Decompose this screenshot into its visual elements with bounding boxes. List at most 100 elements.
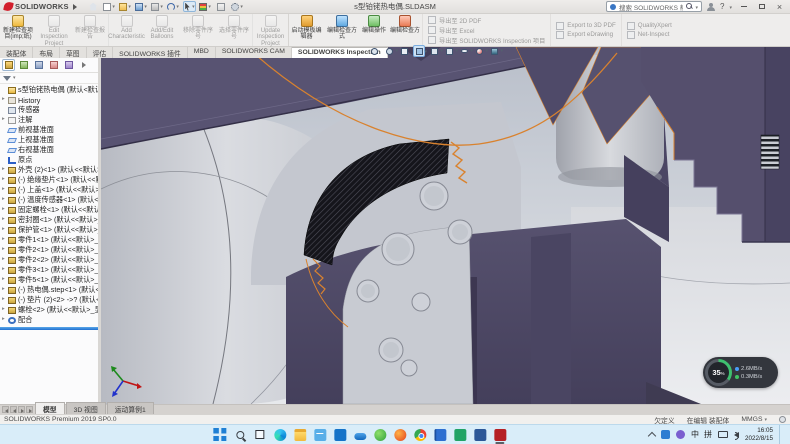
word-icon[interactable] bbox=[473, 428, 486, 441]
section-view-icon[interactable] bbox=[413, 45, 425, 57]
speaker-icon[interactable] bbox=[734, 432, 739, 438]
help-button[interactable]: ? bbox=[720, 2, 724, 11]
tree-row[interactable]: 注解 bbox=[0, 115, 98, 125]
restore-button[interactable] bbox=[755, 1, 768, 12]
sw-icon[interactable] bbox=[493, 428, 506, 441]
tab-scroll-buttons[interactable] bbox=[0, 406, 35, 414]
tree-row[interactable]: (-) 热电偶.step<1> (默认<<默认 bbox=[0, 285, 98, 295]
touch-keyboard-icon[interactable] bbox=[718, 431, 728, 438]
view-cube-icon[interactable] bbox=[428, 45, 440, 57]
tree-row[interactable]: 原点 bbox=[0, 155, 98, 165]
tree-row[interactable]: 外壳 (2)<1> (默认<<默认>_显示状 bbox=[0, 165, 98, 175]
search-input[interactable]: 搜索 SOLIDWORKS 帮助 bbox=[606, 1, 702, 12]
onedrive-icon[interactable] bbox=[353, 428, 366, 441]
show-desktop-button[interactable] bbox=[779, 425, 782, 444]
tree-row[interactable]: 零件3<1> (默认<<默认>_显示状态 bbox=[0, 265, 98, 275]
taskview-icon[interactable] bbox=[253, 428, 266, 441]
ribbon-tab[interactable]: MBD bbox=[188, 47, 216, 58]
ribbon-button[interactable]: 编辑检查方式 bbox=[324, 14, 360, 46]
tree-row[interactable]: 配合 bbox=[0, 315, 98, 325]
tb-search-icon[interactable] bbox=[233, 428, 246, 441]
select-icon[interactable] bbox=[183, 1, 196, 12]
ribbon-button[interactable]: Edit Inspection Project bbox=[36, 14, 72, 46]
ribbon-tab[interactable]: 评估 bbox=[87, 47, 114, 58]
options-icon[interactable] bbox=[231, 1, 244, 12]
tree-row[interactable]: 保护管<1> (默认<<默认>_显示状 bbox=[0, 225, 98, 235]
new-doc-icon[interactable] bbox=[103, 1, 116, 12]
print-icon[interactable] bbox=[151, 1, 164, 12]
search-icon[interactable] bbox=[686, 3, 693, 10]
export-item[interactable]: Export eDrawing bbox=[556, 31, 616, 39]
zoom-fit-icon[interactable] bbox=[368, 45, 380, 57]
tree-row[interactable]: (-) 温度传感器<1> (默认<<默认>_ bbox=[0, 195, 98, 205]
tree-row[interactable]: s型铂铑热电偶 (默认<默认_显示状态-1 bbox=[0, 85, 98, 95]
tree-row[interactable]: 上视基准面 bbox=[0, 135, 98, 145]
tray-app-purple-icon[interactable] bbox=[676, 430, 685, 439]
open-icon[interactable] bbox=[119, 1, 132, 12]
explorer-icon[interactable] bbox=[293, 428, 306, 441]
search-dropdown-icon[interactable] bbox=[696, 2, 699, 11]
ribbon-button[interactable]: 编辑操作 bbox=[360, 14, 388, 46]
login-icon[interactable] bbox=[707, 3, 715, 11]
tray-app-blue-icon[interactable] bbox=[661, 430, 670, 439]
configurationmanager-tab[interactable] bbox=[32, 59, 45, 71]
appearance-icon[interactable] bbox=[473, 45, 485, 57]
ribbon-button[interactable]: Add Characteristic bbox=[108, 14, 144, 46]
edge-icon[interactable] bbox=[273, 428, 286, 441]
tree-row[interactable]: 右视基准面 bbox=[0, 145, 98, 155]
dimxpertmanager-tab[interactable] bbox=[47, 59, 60, 71]
tree-row[interactable]: 密封圈<1> (默认<<默认>_显示状 bbox=[0, 215, 98, 225]
app-green-icon[interactable] bbox=[373, 428, 386, 441]
tree-row[interactable]: 前视基准面 bbox=[0, 125, 98, 135]
notes-icon[interactable] bbox=[433, 428, 446, 441]
tree-row[interactable]: History bbox=[0, 95, 98, 105]
tag-icon[interactable] bbox=[779, 416, 786, 423]
ime-indicator[interactable]: 拼 bbox=[704, 429, 712, 440]
app-s-icon[interactable] bbox=[453, 428, 466, 441]
export-item[interactable]: Export to 3D PDF bbox=[556, 22, 616, 30]
display-style-icon[interactable] bbox=[443, 45, 455, 57]
scene-icon[interactable] bbox=[488, 45, 500, 57]
prev-view-icon[interactable] bbox=[398, 45, 410, 57]
ribbon-tab[interactable]: 草图 bbox=[60, 47, 87, 58]
export-item[interactable]: 导出至 2D PDF bbox=[428, 16, 545, 25]
ribbon-button[interactable]: Update Inspection Project bbox=[252, 14, 288, 46]
help-dropdown-icon[interactable] bbox=[729, 2, 732, 11]
eye-icon[interactable] bbox=[458, 45, 470, 57]
ribbon-button[interactable]: 新建检查报告 bbox=[72, 14, 108, 46]
mail-icon[interactable] bbox=[313, 428, 326, 441]
ribbon-tab[interactable]: 布局 bbox=[33, 47, 60, 58]
ribbon-button[interactable]: 编辑检查方 bbox=[388, 14, 422, 46]
tree-row[interactable]: 传感器 bbox=[0, 105, 98, 115]
propertymanager-tab[interactable] bbox=[17, 59, 30, 71]
panel-flyout-arrow-icon[interactable] bbox=[77, 59, 90, 71]
ribbon-tab[interactable]: SOLIDWORKS CAM bbox=[216, 47, 292, 58]
minimize-button[interactable] bbox=[737, 1, 750, 12]
rollback-bar[interactable] bbox=[0, 327, 98, 330]
taskbar-clock[interactable]: 16:05 2022/8/15 bbox=[745, 427, 773, 441]
document-tab[interactable]: 运动算例1 bbox=[107, 402, 154, 414]
flyout-arrow-icon[interactable] bbox=[73, 4, 77, 10]
displaymanager-tab[interactable] bbox=[62, 59, 75, 71]
save-icon[interactable] bbox=[135, 1, 148, 12]
units-selector[interactable]: MMGS bbox=[741, 416, 767, 423]
tree-row[interactable]: 固定螺栓<1> (默认<<默认>_显示 bbox=[0, 205, 98, 215]
store-icon[interactable] bbox=[333, 428, 346, 441]
export-item[interactable]: 导出至 Excel bbox=[428, 26, 545, 35]
home-icon[interactable] bbox=[87, 1, 100, 12]
tray-expand-icon[interactable] bbox=[648, 431, 656, 439]
document-tab[interactable]: 3D 视图 bbox=[66, 402, 106, 414]
tree-row[interactable]: 零件5<1> (默认<<默认>_显示状态 bbox=[0, 275, 98, 285]
tree-row[interactable]: 螺栓<2> (默认<<默认>_显示状态 bbox=[0, 305, 98, 315]
ribbon-button[interactable]: Add/Edit Balloons bbox=[144, 14, 180, 46]
chrome-icon[interactable] bbox=[413, 428, 426, 441]
viewport-3d[interactable] bbox=[101, 47, 790, 404]
tree-row[interactable]: 零件1<1> (默认<<默认>_显示状态 bbox=[0, 235, 98, 245]
tree-row[interactable]: (-) 上盖<1> (默认<<默认>_显示状 bbox=[0, 185, 98, 195]
export-item[interactable]: Net-Inspect bbox=[627, 31, 672, 39]
app-orange-icon[interactable] bbox=[393, 428, 406, 441]
ribbon-button[interactable]: 选择零件序号 bbox=[216, 14, 252, 46]
document-tab[interactable]: 模型 bbox=[35, 402, 65, 414]
rebuild-icon[interactable] bbox=[199, 1, 212, 12]
ime-indicator[interactable]: 中 bbox=[691, 429, 699, 440]
